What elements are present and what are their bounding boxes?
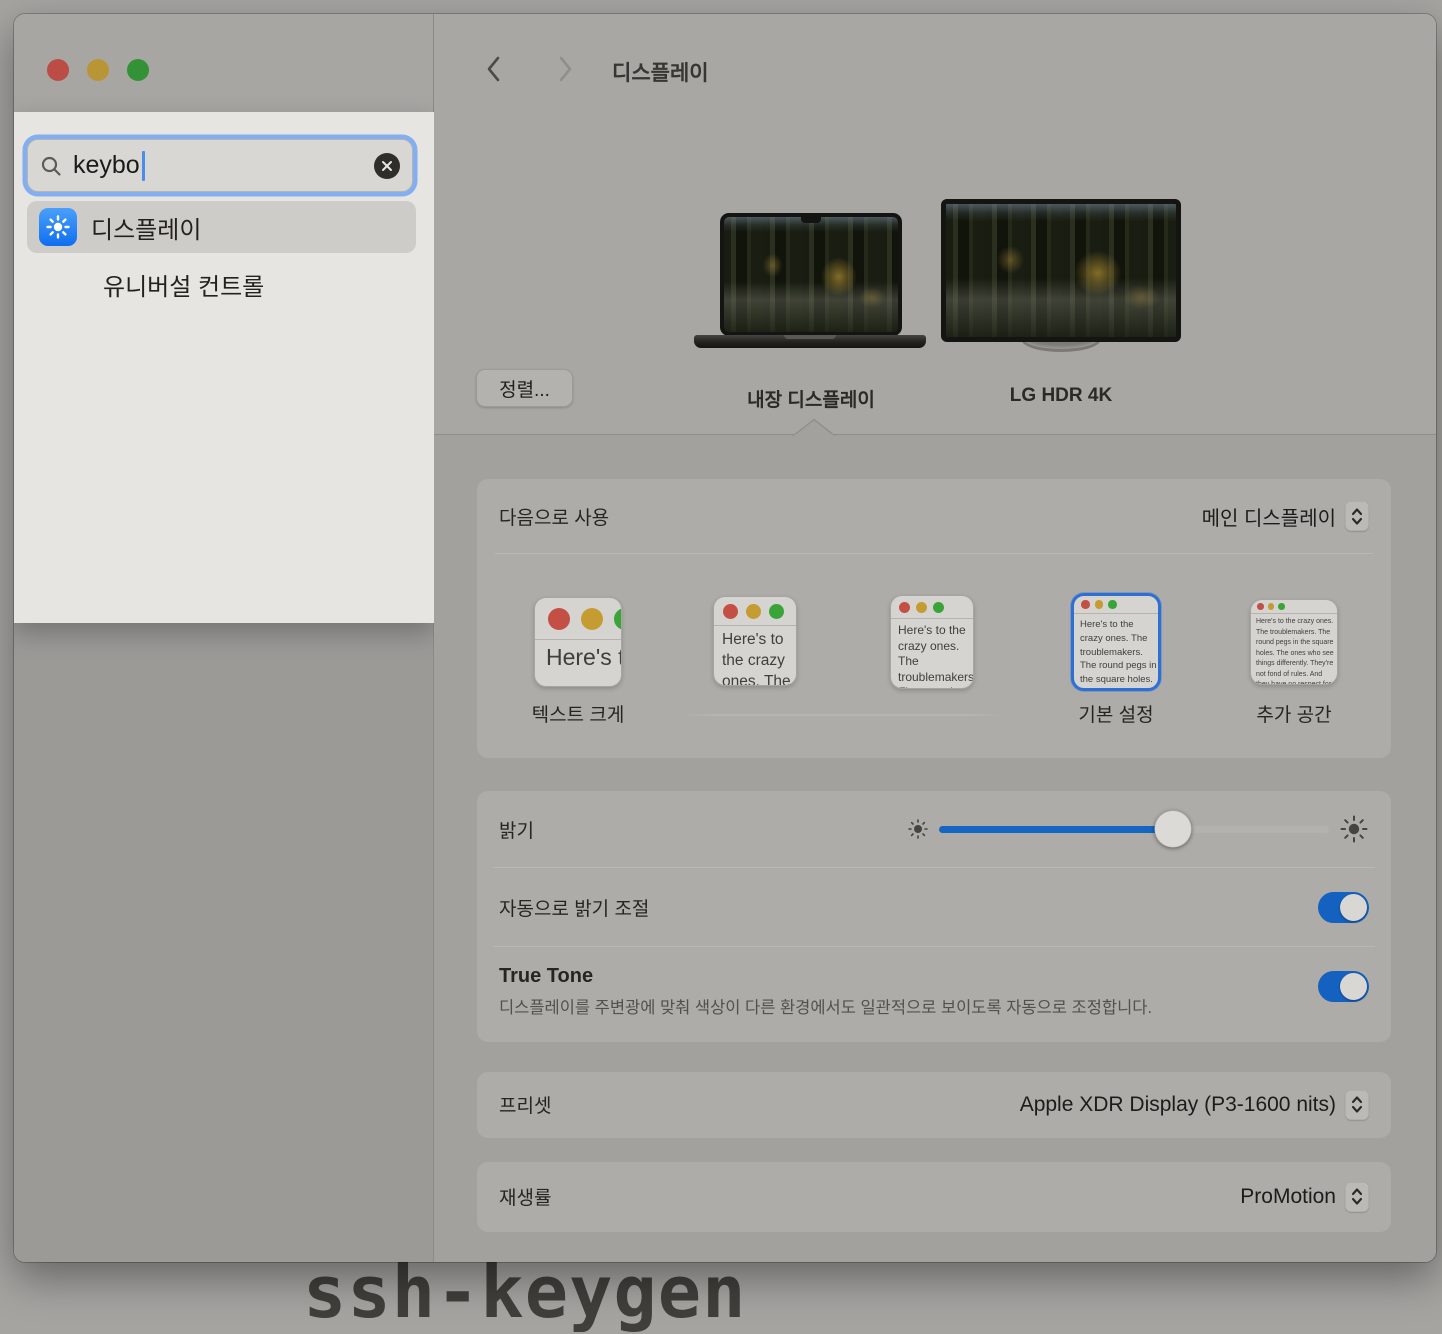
preset-row: 프리셋 Apple XDR Display (P3-1600 nits) (477, 1072, 1391, 1138)
scaling-option-larger-text[interactable]: Here's to the crazy ones. The troublemak… (534, 597, 622, 687)
selected-display-caret (792, 418, 836, 436)
popup-chevrons-icon (1345, 1182, 1369, 1212)
slider-fill (939, 826, 1173, 833)
search-input[interactable]: keybo (27, 139, 413, 192)
brightness-dim-icon (907, 818, 929, 840)
system-settings-window: keybo 디스플레 (14, 14, 1436, 1262)
preview-text: Here's to the crazy ones. The troublemak… (891, 619, 973, 689)
forward-button[interactable] (552, 55, 578, 83)
minimize-button[interactable] (87, 59, 109, 81)
true-tone-label: True Tone (499, 965, 1244, 988)
popup-chevrons-icon (1345, 1090, 1369, 1120)
zoom-button[interactable] (127, 59, 149, 81)
auto-brightness-row: 자동으로 밝기 조절 (477, 868, 1391, 946)
refresh-rate-popup[interactable]: ProMotion (1240, 1182, 1369, 1212)
preset-value: Apple XDR Display (P3-1600 nits) (1020, 1093, 1336, 1117)
search-result-label: 디스플레이 (91, 210, 201, 245)
preview-text: Here's to the crazy ones. The troublemak… (535, 640, 621, 673)
brightness-label: 밝기 (499, 816, 534, 843)
search-result-universal-control[interactable]: 유니버설 컨트롤 (27, 258, 416, 310)
search-icon (40, 155, 62, 177)
true-tone-row: True Tone 디스플레이를 주변광에 맞춰 색상이 다른 환경에서도 일관… (477, 947, 1391, 1042)
refresh-rate-value: ProMotion (1240, 1185, 1336, 1209)
search-result-label: 유니버설 컨트롤 (103, 267, 264, 302)
sidebar: keybo 디스플레 (14, 14, 434, 1262)
scaling-option-2[interactable]: Here's to the crazy ones. The troublemak… (713, 596, 797, 686)
scaling-label-default: 기본 설정 (1036, 700, 1196, 727)
true-tone-toggle[interactable] (1318, 971, 1369, 1002)
external-display-preview[interactable] (941, 199, 1181, 342)
brightness-row: 밝기 (477, 791, 1391, 867)
scaling-option-default-selected[interactable]: Here's to the crazy ones. The troublemak… (1071, 593, 1161, 691)
auto-brightness-label: 자동으로 밝기 조절 (499, 894, 649, 921)
sidebar-dimmed-area (14, 623, 433, 1262)
scaling-options: Here's to the crazy ones. The troublemak… (477, 554, 1391, 758)
auto-brightness-toggle[interactable] (1318, 892, 1369, 923)
scaling-label-larger-text: 텍스트 크게 (498, 700, 658, 727)
preview-text: Here's to the crazy ones. The troublemak… (1251, 614, 1337, 685)
display-settings-pane: 디스플레이 내장 디스플레이 LG HDR 4K 정렬... (434, 14, 1436, 1262)
window-controls (47, 59, 149, 81)
true-tone-description: 디스플레이를 주변광에 맞춰 색상이 다른 환경에서도 일관적으로 보이도록 자… (499, 996, 1244, 1022)
text-caret (142, 151, 145, 181)
preset-label: 프리셋 (499, 1091, 551, 1118)
clear-search-button[interactable] (374, 153, 400, 179)
laptop-base (694, 335, 926, 348)
external-display-name: LG HDR 4K (931, 385, 1191, 407)
preview-text: Here's to the crazy ones. The troublemak… (714, 626, 796, 686)
laptop-base-notch (784, 335, 836, 339)
search-query-text: keybo (73, 151, 140, 180)
brightness-slider[interactable] (939, 826, 1329, 833)
preset-popup[interactable]: Apple XDR Display (P3-1600 nits) (1020, 1090, 1369, 1120)
arrange-button[interactable]: 정렬... (476, 369, 573, 407)
slider-thumb[interactable] (1155, 811, 1192, 848)
scaling-connector-line (682, 714, 1001, 716)
page-title: 디스플레이 (612, 57, 709, 87)
close-button[interactable] (47, 59, 69, 81)
use-as-popup[interactable]: 메인 디스플레이 (1202, 501, 1369, 531)
builtin-display-preview[interactable] (720, 213, 902, 336)
search-results-popover: keybo 디스플레 (14, 112, 434, 623)
back-button[interactable] (480, 55, 506, 83)
background-desktop-text: ssh-keygen (303, 1250, 746, 1334)
preview-text: Here's to the crazy ones. The troublemak… (1074, 614, 1158, 691)
wallpaper-thumbnail (946, 204, 1176, 337)
builtin-display-name: 내장 디스플레이 (681, 385, 941, 412)
search-result-display[interactable]: 디스플레이 (27, 201, 416, 253)
refresh-rate-label: 재생률 (499, 1183, 551, 1210)
resolution-card: 다음으로 사용 메인 디스플레이 Here's to th (477, 479, 1391, 758)
refresh-rate-row: 재생률 ProMotion (477, 1162, 1391, 1232)
brightness-bright-icon (1339, 814, 1369, 844)
wallpaper-thumbnail (724, 217, 898, 332)
refresh-rate-card: 재생률 ProMotion (477, 1162, 1391, 1232)
use-as-value: 메인 디스플레이 (1202, 502, 1336, 531)
scaling-label-more-space: 추가 공간 (1214, 700, 1374, 727)
scaling-option-more-space[interactable]: Here's to the crazy ones. The troublemak… (1250, 599, 1338, 685)
brightness-card: 밝기 (477, 791, 1391, 1042)
laptop-notch (801, 217, 821, 223)
display-brightness-icon (39, 208, 77, 246)
settings-list: 다음으로 사용 메인 디스플레이 Here's to th (434, 434, 1436, 1262)
use-as-label: 다음으로 사용 (499, 503, 609, 530)
preset-card: 프리셋 Apple XDR Display (P3-1600 nits) (477, 1072, 1391, 1138)
scaling-option-3[interactable]: Here's to the crazy ones. The troublemak… (890, 595, 974, 689)
popup-chevrons-icon (1345, 501, 1369, 531)
use-as-row: 다음으로 사용 메인 디스플레이 (477, 479, 1391, 553)
